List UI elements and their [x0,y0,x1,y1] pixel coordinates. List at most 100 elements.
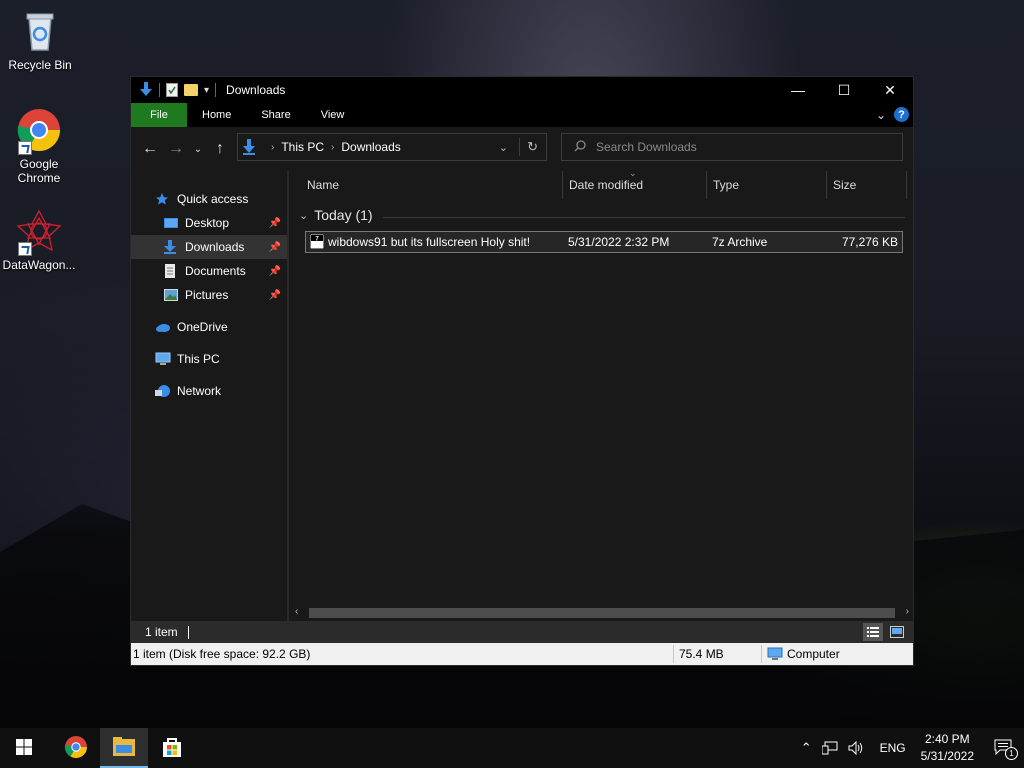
tab-share[interactable]: Share [246,103,305,127]
download-arrow-icon [139,82,153,98]
pin-icon[interactable]: 📌 [269,242,281,253]
sidebar-item-network[interactable]: Network [131,379,287,403]
column-header-type[interactable]: Type [707,171,827,199]
file-list-view: Name ⌄ Date modified Type Size ⌄ Today (… [291,168,913,621]
taskbar-microsoft-store[interactable] [148,728,196,768]
pin-icon[interactable]: 📌 [269,218,281,229]
column-header-name[interactable]: Name [301,171,563,199]
sidebar-item-label: Network [177,384,222,398]
sidebar-item-label: Quick access [177,192,249,206]
breadcrumb-separator: › [271,141,275,153]
breadcrumb-downloads[interactable]: Downloads [341,140,400,154]
action-center-button[interactable]: 1 [984,739,1024,760]
start-button[interactable] [0,728,48,768]
sidebar-item-label: OneDrive [177,320,228,334]
forward-button[interactable]: → [163,140,189,158]
column-header-date-modified[interactable]: Date modified [563,171,707,199]
computer-icon [155,352,171,366]
details-view-button[interactable] [863,623,883,641]
window-title: Downloads [226,83,286,97]
chrome-icon [64,735,88,762]
group-header-today[interactable]: ⌄ Today (1) [299,207,373,223]
column-header-size[interactable]: Size [827,171,907,199]
sidebar-item-label: This PC [177,352,220,366]
file-type: 7z Archive [712,235,768,249]
refresh-icon[interactable]: ↻ [527,139,538,155]
disk-free-status: 1 item (Disk free space: 92.2 GB) [133,647,311,661]
sidebar-item-desktop[interactable]: Desktop 📌 [131,211,287,235]
breadcrumb-this-pc[interactable]: This PC [281,140,324,154]
taskbar-file-explorer[interactable] [100,728,148,768]
scrollbar-thumb[interactable] [309,608,895,618]
network-status-icon[interactable] [817,741,843,755]
document-icon [163,264,179,278]
sidebar-item-onedrive[interactable]: OneDrive [131,315,287,339]
help-button[interactable]: ? [894,107,909,122]
archive-file-icon: 7 [309,233,325,252]
expand-ribbon-icon[interactable]: ⌄ [876,108,886,122]
text-caret [187,625,189,639]
sidebar-item-label: Desktop [185,216,230,230]
input-language[interactable]: ENG [875,741,911,755]
status-bar: 1 item [131,621,913,643]
desktop-icon-google-chrome[interactable]: Google Chrome [0,107,79,185]
system-tray: ⌃ ENG 2:40 PM 5/31/2022 1 [796,728,1024,768]
desktop-icon-datawagon[interactable]: DataWagon... [0,208,79,272]
search-input[interactable] [594,139,888,155]
taskbar-chrome[interactable] [52,728,100,768]
clock[interactable]: 2:40 PM 5/31/2022 [911,731,984,765]
breadcrumb-separator: › [331,141,335,153]
properties-icon[interactable] [166,83,178,97]
navigation-pane: Quick access Desktop 📌 Downloads 📌 Docum… [131,171,287,621]
group-divider [383,217,905,218]
explorer-body: Quick access Desktop 📌 Downloads 📌 Docum… [131,168,913,621]
maximize-button[interactable]: ☐ [821,77,867,103]
chrome-icon [16,107,62,155]
sidebar-item-label: Pictures [185,288,229,302]
scroll-right-icon[interactable]: › [906,606,909,617]
download-icon [163,240,179,254]
sidebar-item-downloads[interactable]: Downloads 📌 [131,235,287,259]
title-bar[interactable]: ▾ Downloads — ☐ ✕ [131,77,913,103]
taskbar: ⌃ ENG 2:40 PM 5/31/2022 1 [0,728,1024,768]
sidebar-item-pictures[interactable]: Pictures 📌 [131,283,287,307]
file-row[interactable]: 7 wibdows91 but its fullscreen Holy shit… [305,231,903,253]
pane-splitter[interactable] [287,171,289,621]
address-bar[interactable]: › This PC › Downloads ⌄ ↻ [237,133,547,161]
back-button[interactable]: ← [137,140,163,158]
pin-icon[interactable]: 📌 [269,266,281,277]
collapse-group-icon[interactable]: ⌄ [299,209,308,222]
large-icons-view-button[interactable] [887,623,907,641]
clock-date: 5/31/2022 [920,749,974,763]
desktop-icon-recycle-bin[interactable]: Recycle Bin [0,8,80,72]
address-dropdown-icon[interactable]: ⌄ [499,141,508,154]
file-date-modified: 5/31/2022 2:32 PM [568,235,670,249]
search-icon [574,139,586,155]
sidebar-item-quick-access[interactable]: Quick access [131,187,287,211]
close-button[interactable]: ✕ [867,77,913,103]
volume-icon[interactable] [843,741,871,755]
file-name: wibdows91 but its fullscreen Holy shit! [328,235,531,249]
details-status-bar: 1 item (Disk free space: 92.2 GB) 75.4 M… [131,643,913,665]
horizontal-scrollbar[interactable]: ‹ › [291,605,913,621]
search-box[interactable] [561,133,903,161]
show-hidden-icons-button[interactable]: ⌃ [796,740,817,756]
sidebar-item-documents[interactable]: Documents 📌 [131,259,287,283]
notification-count-badge: 1 [1005,746,1018,760]
sidebar-item-this-pc[interactable]: This PC [131,347,287,371]
folder-icon [112,736,136,761]
tab-home[interactable]: Home [187,103,246,127]
recent-locations-button[interactable]: ⌄ [189,144,207,155]
item-count: 1 item [145,625,178,639]
customize-toolbar-icon[interactable]: ▾ [204,85,209,96]
sidebar-item-label: Documents [185,264,246,278]
tab-file[interactable]: File [131,103,187,127]
new-folder-icon[interactable] [184,84,198,96]
scroll-left-icon[interactable]: ‹ [295,606,298,617]
tab-view[interactable]: View [306,103,360,127]
status-divider [761,645,762,663]
pin-icon[interactable]: 📌 [269,290,281,301]
clock-time: 2:40 PM [924,732,970,746]
minimize-button[interactable]: — [775,77,821,103]
up-button[interactable]: ↑ [207,140,233,158]
